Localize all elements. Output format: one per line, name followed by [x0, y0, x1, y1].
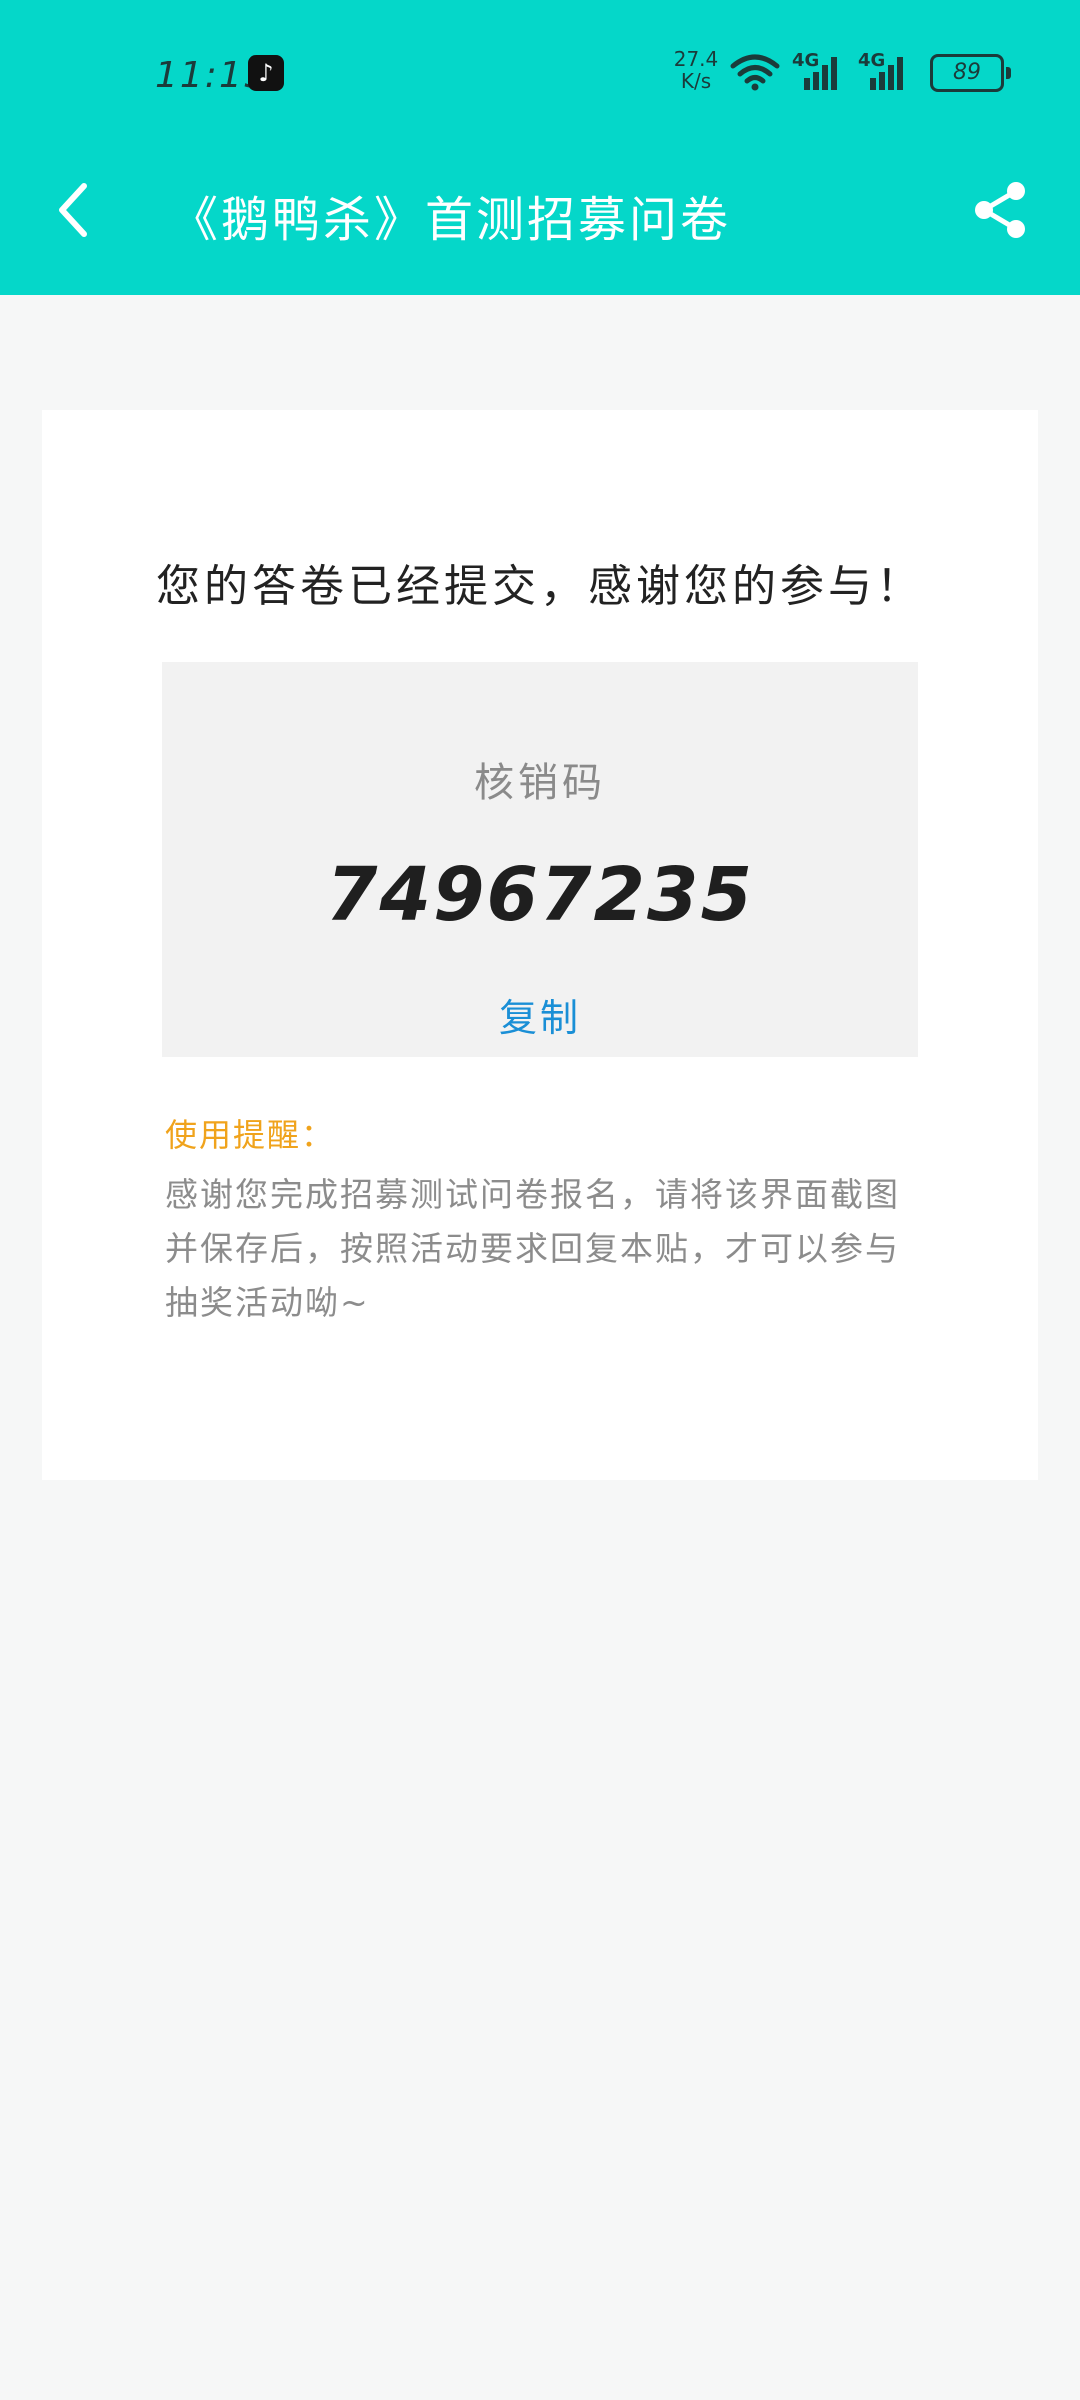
share-button[interactable]: [968, 178, 1032, 242]
copy-code-button[interactable]: 复制: [480, 987, 600, 1042]
cellular-signal-1-icon: 4G: [792, 50, 844, 92]
submission-result-card: 您的答卷已经提交，感谢您的参与！ 核销码 74967235 复制 使用提醒： 感…: [42, 410, 1038, 1480]
battery-icon: 89: [930, 54, 1011, 92]
chevron-left-icon: [59, 183, 87, 237]
app-header: 11:15 ♪ 27.4 K/s 4G 4G 89 《鹅鸭杀》首测招募问卷: [0, 0, 1080, 295]
reminder-title: 使用提醒：: [165, 1116, 336, 1154]
tiktok-notification-icon: ♪: [248, 55, 284, 91]
back-button[interactable]: [40, 170, 110, 250]
share-icon: [975, 182, 1025, 238]
reminder-text: 感谢您完成招募测试问卷报名，请将该界面截图并保存后，按照活动要求回复本贴，才可以…: [165, 1175, 900, 1322]
wifi-icon: [730, 54, 780, 91]
status-bar: 11:15 ♪ 27.4 K/s 4G 4G 89: [0, 0, 1080, 150]
network-speed-value: 27.4: [673, 47, 719, 71]
thanks-message: 您的答卷已经提交，感谢您的参与！: [156, 561, 924, 612]
network-speed: 27.4 K/s: [670, 48, 722, 92]
redemption-code-box: 核销码 74967235 复制: [162, 662, 918, 1057]
redemption-code-label: 核销码: [474, 760, 606, 806]
cellular-signal-2-icon: 4G: [858, 50, 910, 92]
page-title: 《鹅鸭杀》首测招募问卷: [170, 192, 732, 248]
network-speed-unit: K/s: [680, 69, 712, 93]
redemption-code-value: 74967235: [326, 852, 754, 938]
